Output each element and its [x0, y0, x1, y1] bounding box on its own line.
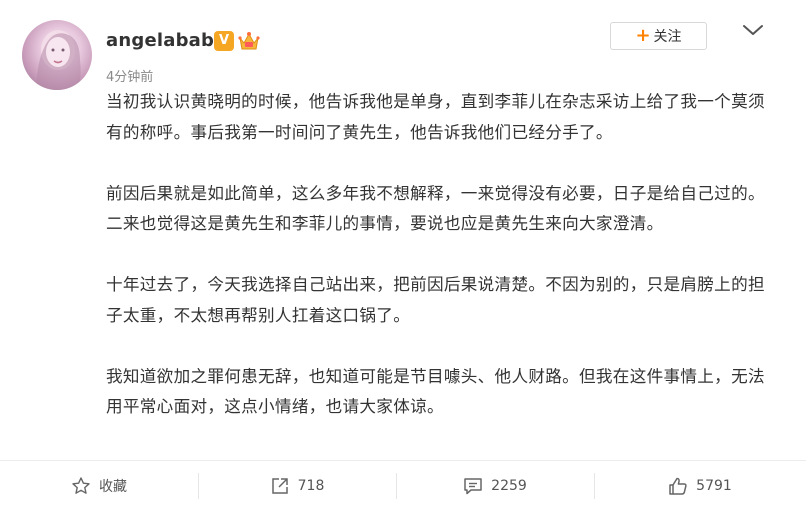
- post-time: 4分钟前: [106, 70, 154, 85]
- avatar-image: [36, 30, 81, 90]
- plus-icon: +: [635, 25, 651, 46]
- favorite-label: 收藏: [99, 478, 127, 495]
- post-paragraph: 十年过去了，今天我选择自己站出来，把前因后果说清楚。不因为别的，只是肩膀上的担子…: [106, 275, 765, 325]
- verified-badge: V: [214, 31, 234, 51]
- crown-badge-icon: [238, 32, 260, 50]
- follow-label: 关注: [653, 29, 682, 45]
- post-paragraph: 当初我认识黄晓明的时候，他告诉我他是单身，直到李菲儿在杂志采访上给了我一个莫须有…: [106, 92, 765, 142]
- post-actions-bar: 收藏 718 2259 5791: [0, 460, 806, 510]
- post-content: 当初我认识黄晓明的时候，他告诉我他是单身，直到李菲儿在杂志采访上给了我一个莫须有…: [106, 87, 766, 453]
- post-paragraph: 前因后果就是如此简单，这么多年我不想解释，一来觉得没有必要，日子是给自己过的。二…: [106, 183, 765, 234]
- comment-icon: [464, 477, 482, 494]
- star-icon: [72, 476, 90, 494]
- repost-count: 718: [297, 477, 325, 494]
- thumbs-up-icon: [669, 477, 687, 495]
- share-icon: [271, 477, 288, 494]
- verified-badge-label: V: [218, 33, 230, 48]
- repost-button[interactable]: 718: [198, 461, 396, 510]
- like-count: 5791: [696, 477, 732, 494]
- avatar[interactable]: [22, 20, 92, 90]
- favorite-button[interactable]: 收藏: [0, 461, 198, 510]
- comment-count: 2259: [491, 477, 527, 494]
- username[interactable]: angelababy: [106, 30, 226, 51]
- weibo-post: angelababy V 4分钟前 + 关注 当初我认识黄晓明的时候，他告诉我他…: [0, 0, 806, 510]
- chevron-down-icon[interactable]: [742, 22, 764, 38]
- comment-button[interactable]: 2259: [396, 461, 594, 510]
- follow-button[interactable]: + 关注: [610, 22, 707, 50]
- like-button[interactable]: 5791: [594, 461, 806, 510]
- post-paragraph: 我知道欲加之罪何患无辞，也知道可能是节目噱头、他人财路。但我在这件事情上，无法用…: [106, 366, 765, 417]
